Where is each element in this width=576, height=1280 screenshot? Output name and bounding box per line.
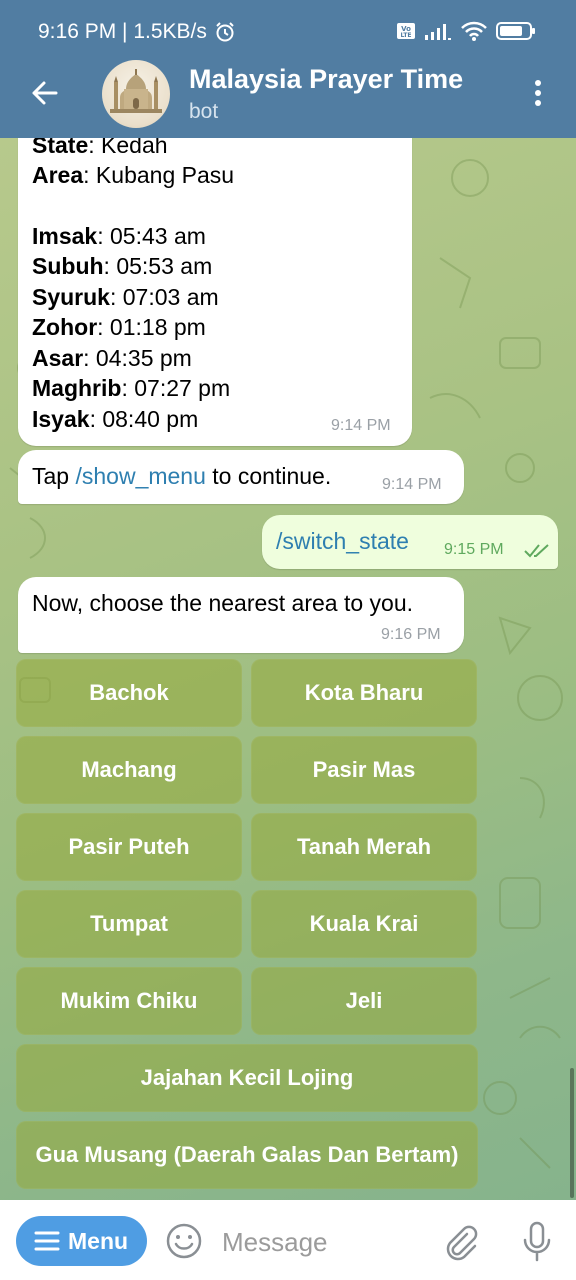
arrow-left-icon [32, 81, 58, 105]
prayer-name: Isyak [32, 406, 90, 432]
show-menu-link[interactable]: /show_menu [75, 463, 205, 489]
hamburger-icon [34, 1231, 60, 1251]
message-time: 9:16 PM [381, 626, 441, 643]
volte-icon: Vo LTE [396, 21, 416, 46]
switch-state-link[interactable]: /switch_state [276, 528, 409, 555]
emoji-button[interactable] [165, 1222, 203, 1260]
prayer-time-row: Zohor: 01:18 pm [32, 314, 206, 341]
area-button-pasir-mas[interactable]: Pasir Mas [251, 736, 477, 804]
message-line: State: Kedah [32, 138, 168, 159]
prayer-time: : 05:53 am [103, 253, 213, 279]
avatar[interactable] [102, 60, 170, 128]
message-bubble-outgoing[interactable]: /switch_state 9:15 PM [262, 515, 558, 569]
area-button-jeli[interactable]: Jeli [251, 967, 477, 1035]
prayer-time-row: Subuh: 05:53 am [32, 253, 212, 280]
message-time: 9:14 PM [382, 476, 442, 493]
status-icons: Vo LTE [396, 20, 536, 47]
message-input[interactable] [222, 1224, 422, 1260]
area-button-bachok[interactable]: Bachok [16, 659, 242, 727]
prayer-time-row: Imsak: 05:43 am [32, 223, 206, 250]
microphone-icon [523, 1221, 551, 1262]
area-button-machang[interactable]: Machang [16, 736, 242, 804]
message-text: Tap /show_menu to continue. [32, 463, 331, 490]
area-button-tumpat[interactable]: Tumpat [16, 890, 242, 958]
prayer-time-row: Syuruk: 07:03 am [32, 284, 219, 311]
prayer-time: : 04:35 pm [83, 345, 192, 371]
smile-icon [166, 1223, 202, 1259]
area-label: Area [32, 162, 84, 188]
message-bubble-choose-area[interactable]: Now, choose the nearest area to you. 9:1… [18, 577, 464, 653]
prayer-time-row: Maghrib: 07:27 pm [32, 375, 230, 402]
svg-text:LTE: LTE [400, 32, 411, 39]
state-value: : Kedah [88, 138, 168, 158]
chat-area[interactable]: State: Kedah Area: Kubang Pasu Imsak: 05… [0, 138, 576, 1200]
message-prefix: Tap [32, 463, 76, 489]
double-check-icon [524, 544, 549, 558]
area-button-kota-bharu[interactable]: Kota Bharu [251, 659, 477, 727]
chat-subtitle: bot [189, 100, 219, 123]
area-button-pasir-puteh[interactable]: Pasir Puteh [16, 813, 242, 881]
wifi-icon [460, 20, 488, 47]
area-button-mukim-chiku[interactable]: Mukim Chiku [16, 967, 242, 1035]
prayer-time: : 07:03 am [109, 284, 219, 310]
status-time: 9:16 PM | 1.5KB/s [38, 20, 207, 43]
bot-menu-button[interactable]: Menu [16, 1216, 147, 1266]
message-line: Area: Kubang Pasu [32, 162, 234, 189]
message-time: 9:15 PM [444, 541, 504, 558]
prayer-name: Imsak [32, 223, 98, 249]
scrollbar[interactable] [570, 1068, 574, 1198]
area-button-gua-musang[interactable]: Gua Musang (Daerah Galas Dan Bertam) [16, 1121, 478, 1189]
prayer-name: Subuh [32, 253, 104, 279]
battery-icon [496, 21, 536, 46]
paperclip-icon [446, 1225, 478, 1261]
area-button-tanah-merah[interactable]: Tanah Merah [251, 813, 477, 881]
chat-title[interactable]: Malaysia Prayer Time [189, 64, 463, 95]
area-value: : Kubang Pasu [83, 162, 235, 188]
area-button-kuala-krai[interactable]: Kuala Krai [251, 890, 477, 958]
prayer-time: : 01:18 pm [97, 314, 206, 340]
chat-header: 9:16 PM | 1.5KB/s Vo LTE Malaysia Prayer… [0, 0, 576, 138]
prayer-name: Zohor [32, 314, 98, 340]
composer-bar: Menu [0, 1200, 576, 1280]
prayer-time-row: Isyak: 08:40 pm [32, 406, 198, 433]
more-button[interactable] [526, 78, 550, 108]
prayer-name: Syuruk [32, 284, 110, 310]
prayer-time: : 05:43 am [97, 223, 206, 249]
menu-button-label: Menu [68, 1227, 129, 1254]
attach-button[interactable] [440, 1222, 480, 1262]
prayer-time-row: Asar: 04:35 pm [32, 345, 192, 372]
alarm-icon [214, 21, 236, 48]
message-suffix: to continue. [205, 463, 332, 489]
message-bubble-tap-menu[interactable]: Tap /show_menu to continue. 9:14 PM [18, 450, 464, 504]
voice-button[interactable] [520, 1220, 554, 1264]
state-label: State [32, 138, 89, 158]
status-bar: 9:16 PM | 1.5KB/s Vo LTE [0, 0, 576, 62]
prayer-name: Asar [32, 345, 84, 371]
signal-icon [424, 21, 452, 46]
more-vertical-icon [535, 80, 541, 106]
message-text: Now, choose the nearest area to you. [32, 590, 414, 616]
prayer-time: : 08:40 pm [89, 406, 199, 432]
mosque-icon [110, 69, 162, 113]
area-button-jajahan-kecil-lojing[interactable]: Jajahan Kecil Lojing [16, 1044, 478, 1112]
message-bubble-prayer-times[interactable]: State: Kedah Area: Kubang Pasu Imsak: 05… [18, 138, 412, 446]
back-button[interactable] [26, 74, 64, 112]
message-time: 9:14 PM [331, 417, 391, 434]
prayer-time: : 07:27 pm [121, 375, 231, 401]
prayer-name: Maghrib [32, 375, 122, 401]
